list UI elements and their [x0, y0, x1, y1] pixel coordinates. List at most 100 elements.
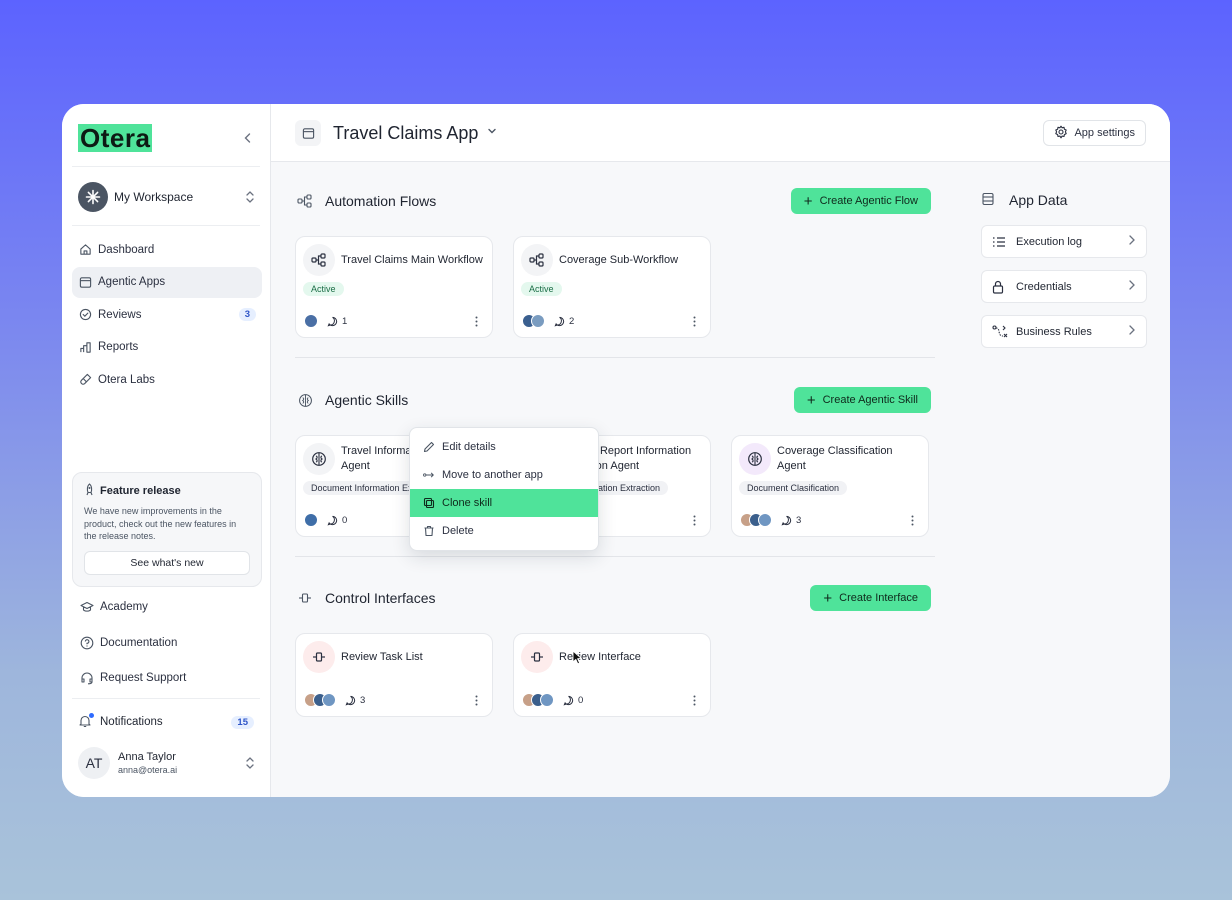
notifications-item[interactable]: Notifications 15	[78, 710, 254, 734]
comment-count[interactable]: 0	[563, 695, 583, 706]
logo-row: Otera	[78, 124, 258, 152]
section-divider	[295, 357, 935, 358]
more-options-icon[interactable]	[468, 313, 484, 329]
user-email: anna@otera.ai	[118, 765, 178, 775]
menu-item-edit-details[interactable]: Edit details	[410, 433, 598, 461]
skill-card[interactable]: Coverage Classification Agent Document C…	[731, 435, 929, 537]
flow-card[interactable]: Coverage Sub-Workflow Active 2	[513, 236, 711, 338]
comment-count[interactable]: 1	[327, 316, 347, 327]
more-options-icon[interactable]	[686, 692, 702, 708]
sidebar-item-documentation[interactable]: Documentation	[72, 626, 262, 660]
workspace-name: My Workspace	[114, 190, 194, 204]
avatar: AT	[78, 747, 110, 779]
avatar-group	[304, 693, 336, 707]
sidebar-item-request-support[interactable]: Request Support	[72, 661, 262, 695]
move-arrow-icon	[423, 470, 435, 480]
card-head: Coverage Classification Agent	[739, 443, 922, 475]
avatar	[304, 314, 318, 328]
interface-card[interactable]: Review Task List 3	[295, 633, 493, 717]
see-whats-new-button[interactable]: See what's new	[84, 550, 250, 575]
chevron-updown-icon	[242, 190, 258, 204]
plus-icon: +	[823, 589, 833, 607]
workspace-avatar	[78, 182, 108, 212]
gear-icon	[1054, 125, 1068, 142]
execution-log-item[interactable]: Execution log	[981, 225, 1147, 258]
list-icon	[992, 236, 1008, 248]
sidebar-bottom-nav: Academy Documentation Request Support	[72, 590, 262, 697]
chevron-right-icon	[1128, 324, 1136, 339]
comment-count-value: 0	[342, 514, 348, 526]
app-settings-button[interactable]: App settings	[1043, 120, 1146, 146]
status-badge: Active	[521, 282, 562, 296]
create-agentic-skill-button[interactable]: + Create Agentic Skill	[793, 387, 931, 413]
more-options-icon[interactable]	[904, 512, 920, 528]
comment-count-value: 1	[342, 315, 348, 327]
lock-icon	[992, 280, 1008, 294]
chevron-right-icon	[1128, 234, 1136, 249]
card-head: Travel Claims Main Workflow	[303, 244, 486, 276]
sidebar-item-academy[interactable]: Academy	[72, 590, 262, 624]
comment-count[interactable]: 0	[327, 515, 347, 526]
plus-icon: +	[806, 391, 816, 409]
feature-title-text: Feature release	[100, 485, 181, 497]
credentials-item[interactable]: Credentials	[981, 270, 1147, 303]
menu-item-label: Edit details	[442, 441, 496, 453]
flow-card[interactable]: Travel Claims Main Workflow Active 1	[295, 236, 493, 338]
sidebar-item-label: Documentation	[100, 636, 178, 649]
sidebar-item-label: Agentic Apps	[98, 276, 166, 288]
comment-icon	[327, 515, 338, 525]
comment-count-value: 3	[360, 694, 366, 706]
database-icon	[981, 192, 999, 209]
feature-release-card: Feature release We have new improvements…	[72, 472, 262, 587]
section-header: Automation Flows + Create Agentic Flow	[295, 187, 931, 215]
comment-icon	[327, 316, 338, 326]
comment-count[interactable]: 3	[781, 515, 801, 526]
user-name: Anna Taylor	[118, 751, 176, 763]
avatar-group	[304, 314, 318, 328]
business-rules-item[interactable]: Business Rules	[981, 315, 1147, 348]
comment-count-value: 0	[578, 694, 584, 706]
pencil-icon	[423, 441, 435, 453]
sidebar-item-dashboard[interactable]: Dashboard	[72, 234, 262, 265]
avatar-group	[522, 693, 554, 707]
sidebar-item-label: Otera Labs	[98, 373, 155, 386]
avatar	[304, 513, 318, 527]
menu-item-label: Move to another app	[442, 469, 543, 481]
comment-count[interactable]: 3	[345, 695, 365, 706]
sidebar-item-agentic-apps[interactable]: Agentic Apps	[72, 266, 262, 298]
bell-icon	[78, 712, 94, 731]
card-head: Review Interface	[521, 641, 704, 673]
comment-icon	[554, 316, 565, 326]
create-interface-button[interactable]: + Create Interface	[810, 585, 931, 611]
sidebar-item-label: Dashboard	[98, 243, 155, 256]
more-options-icon[interactable]	[686, 512, 702, 528]
comment-count[interactable]: 2	[554, 316, 574, 327]
chevron-right-icon	[1128, 279, 1136, 294]
create-agentic-flow-button[interactable]: + Create Agentic Flow	[790, 188, 931, 214]
user-menu[interactable]: AT Anna Taylor anna@otera.ai	[78, 746, 258, 780]
avatar	[322, 693, 336, 707]
workspace-switcher[interactable]: My Workspace	[78, 181, 258, 213]
sidebar-item-reviews[interactable]: Reviews 3	[72, 299, 262, 330]
notifications-count-badge: 15	[231, 715, 254, 729]
interface-card[interactable]: Review Interface 0	[513, 633, 711, 717]
sidebar-item-reports[interactable]: Reports	[72, 332, 262, 363]
avatar-group	[522, 314, 545, 328]
check-circle-icon	[78, 308, 92, 322]
interface-icon	[521, 641, 553, 673]
menu-item-clone-skill[interactable]: Clone skill	[410, 489, 598, 517]
menu-item-delete[interactable]: Delete	[410, 517, 598, 545]
avatar	[758, 513, 772, 527]
menu-item-move-to-another-app[interactable]: Move to another app	[410, 461, 598, 489]
sidebar-item-otera-labs[interactable]: Otera Labs	[72, 364, 262, 395]
more-options-icon[interactable]	[686, 313, 702, 329]
card-footer: 2	[522, 313, 702, 329]
bar-chart-icon	[78, 340, 92, 354]
more-options-icon[interactable]	[468, 692, 484, 708]
chevron-down-icon	[486, 124, 498, 142]
app-switcher[interactable]: Travel Claims App	[295, 120, 498, 146]
app-window: Otera My Workspace Dashboard Agentic App…	[62, 104, 1170, 797]
collapse-sidebar-icon[interactable]	[238, 128, 258, 148]
app-data-panel: App Data Execution log Credentials Busin…	[981, 188, 1147, 348]
comment-icon	[781, 515, 792, 525]
